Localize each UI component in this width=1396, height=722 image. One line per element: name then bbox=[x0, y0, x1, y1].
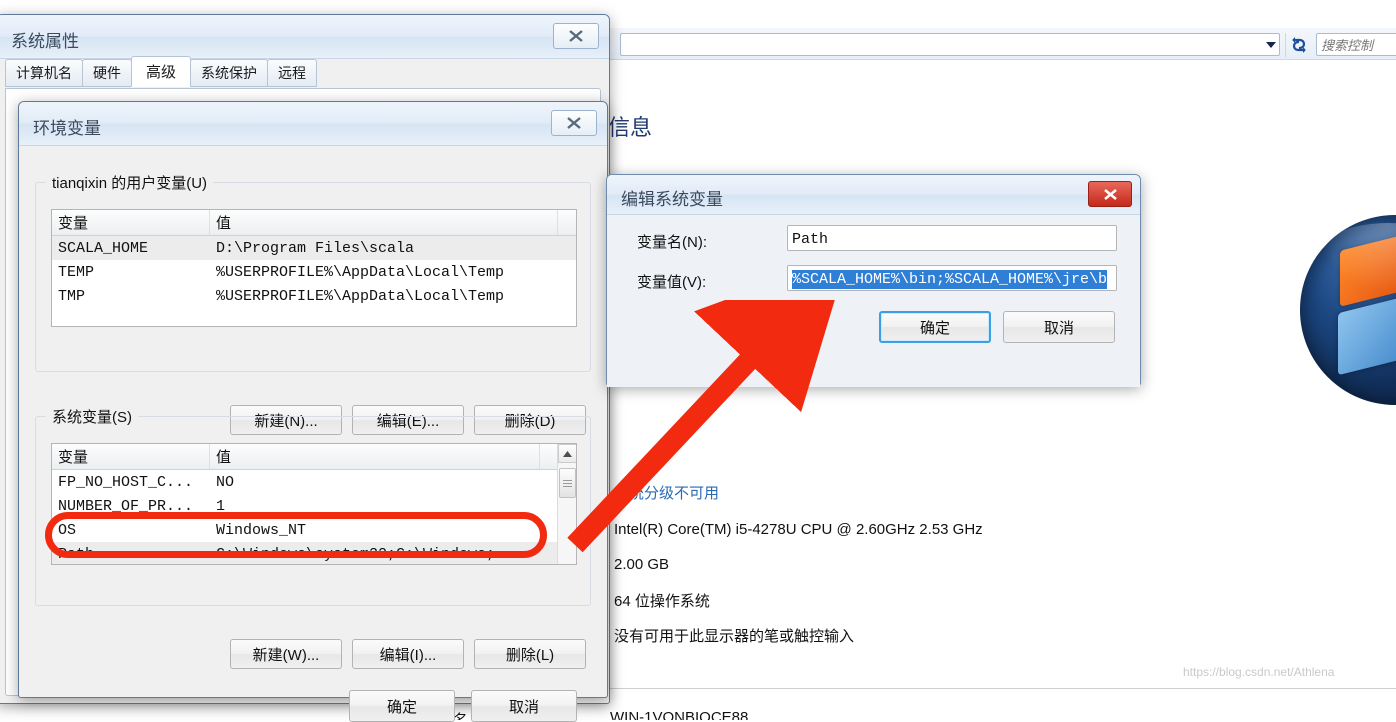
user-variables-group: tianqixin 的用户变量(U) 变量 值 SCALA_HOME D:\Pr… bbox=[35, 172, 591, 435]
system-variables-group-title: 系统变量(S) bbox=[46, 406, 138, 427]
column-value: 值 bbox=[210, 210, 558, 235]
variable-name-label: 变量名(N): bbox=[637, 234, 707, 251]
column-value: 值 bbox=[210, 444, 540, 469]
variable-value: C:\Windows\system32;C:\Windows;... bbox=[216, 545, 523, 563]
table-row[interactable]: OS Windows_NT bbox=[52, 518, 576, 542]
table-row[interactable]: TEMP %USERPROFILE%\AppData\Local\Temp bbox=[52, 260, 576, 284]
column-variable: 变量 bbox=[52, 444, 210, 469]
search-input[interactable]: 搜索控制 bbox=[1316, 33, 1396, 56]
list-header: 变量 值 bbox=[52, 210, 576, 236]
table-row[interactable]: SCALA_HOME D:\Program Files\scala bbox=[52, 236, 576, 260]
processor-value: Intel(R) Core(TM) i5-4278U CPU @ 2.60GHz… bbox=[614, 521, 983, 538]
system-delete-button[interactable]: 删除(L) bbox=[474, 639, 586, 669]
scrollbar-grip-icon bbox=[563, 479, 572, 487]
environment-variables-titlebar[interactable]: 环境变量 bbox=[19, 102, 607, 146]
system-new-button[interactable]: 新建(W)... bbox=[230, 639, 342, 669]
tab-remote[interactable]: 远程 bbox=[267, 59, 318, 87]
environment-variables-body: tianqixin 的用户变量(U) 变量 值 SCALA_HOME D:\Pr… bbox=[19, 146, 607, 722]
edit-variable-titlebar[interactable]: 编辑系统变量 bbox=[607, 175, 1140, 215]
pen-touch-value: 没有可用于此显示器的笔或触控输入 bbox=[614, 628, 855, 645]
window-title: 环境变量 bbox=[33, 119, 101, 138]
memory-value: 2.00 GB bbox=[614, 556, 670, 573]
table-row[interactable]: FP_NO_HOST_C... NO bbox=[52, 470, 576, 494]
scroll-up-arrow-icon[interactable] bbox=[558, 444, 576, 463]
ok-button[interactable]: 确定 bbox=[349, 690, 455, 722]
user-variables-list[interactable]: 变量 值 SCALA_HOME D:\Program Files\scala T… bbox=[51, 209, 577, 327]
watermark: https://blog.csdn.net/Athlena bbox=[1183, 665, 1335, 679]
system-edit-button[interactable]: 编辑(I)... bbox=[352, 639, 464, 669]
variable-value-field[interactable]: %SCALA_HOME%\bin;%SCALA_HOME%\jre\b bbox=[787, 265, 1117, 291]
variable-value: %USERPROFILE%\AppData\Local\Temp bbox=[216, 263, 505, 281]
system-variables-group: 系统变量(S) 变量 值 FP_NO_HOST_C... NO NUMBER_O… bbox=[35, 406, 591, 669]
cancel-button[interactable]: 取消 bbox=[471, 690, 577, 722]
os-type-value: 64 位操作系统 bbox=[614, 593, 710, 610]
user-variables-group-title: tianqixin 的用户变量(U) bbox=[46, 172, 214, 193]
system-properties-titlebar[interactable]: 系统属性 bbox=[0, 15, 609, 59]
variable-name: OS bbox=[58, 521, 77, 539]
scrollbar[interactable] bbox=[557, 444, 576, 564]
table-row[interactable]: TMP %USERPROFILE%\AppData\Local\Temp bbox=[52, 284, 576, 308]
variable-name-value: Path bbox=[792, 231, 829, 248]
close-button[interactable] bbox=[553, 23, 599, 49]
variable-value-label: 变量值(V): bbox=[637, 274, 707, 291]
tab-advanced[interactable]: 高级 bbox=[131, 56, 192, 87]
variable-name: SCALA_HOME bbox=[58, 239, 149, 257]
variable-name: Path bbox=[58, 545, 95, 563]
variable-name: TEMP bbox=[58, 263, 95, 281]
variable-value: %USERPROFILE%\AppData\Local\Temp bbox=[216, 287, 505, 305]
close-button[interactable] bbox=[1088, 181, 1132, 207]
variable-value: 1 bbox=[216, 497, 226, 515]
computer-name-value: WIN-1VONBIOCE88 bbox=[610, 709, 749, 720]
tab-computer-name[interactable]: 计算机名 bbox=[5, 59, 83, 87]
cancel-button[interactable]: 取消 bbox=[1003, 311, 1115, 343]
refresh-icon[interactable] bbox=[1285, 33, 1311, 57]
page-title: 信息 bbox=[608, 115, 653, 140]
variable-value: Windows_NT bbox=[216, 521, 307, 539]
environment-variables-dialog: 环境变量 tianqixin 的用户变量(U) 变量 值 SCALA_HOME … bbox=[18, 101, 608, 722]
close-button[interactable] bbox=[551, 110, 597, 136]
variable-value-selected-text: %SCALA_HOME%\bin;%SCALA_HOME%\jre\b bbox=[792, 270, 1108, 289]
system-variables-list[interactable]: 变量 值 FP_NO_HOST_C... NO NUMBER_OF_PR... … bbox=[51, 443, 577, 565]
variable-name: NUMBER_OF_PR... bbox=[58, 497, 194, 515]
column-variable: 变量 bbox=[52, 210, 210, 235]
window-title: 编辑系统变量 bbox=[621, 190, 723, 209]
chevron-down-icon[interactable] bbox=[1258, 34, 1284, 55]
system-rating-link[interactable]: 系统分级不可用 bbox=[614, 482, 719, 503]
tab-system-protection[interactable]: 系统保护 bbox=[190, 59, 269, 87]
variable-name: FP_NO_HOST_C... bbox=[58, 473, 194, 491]
windows-logo-icon bbox=[1300, 215, 1396, 405]
variable-name-field[interactable]: Path bbox=[787, 225, 1117, 251]
system-properties-tabs: 计算机名 硬件 高级 系统保护 远程 bbox=[5, 56, 318, 89]
window-title: 系统属性 bbox=[11, 32, 79, 51]
edit-variable-body: 变量名(N): Path 变量值(V): %SCALA_HOME%\bin;%S… bbox=[607, 215, 1140, 387]
scrollbar-thumb[interactable] bbox=[559, 468, 576, 498]
variable-name: TMP bbox=[58, 287, 86, 305]
address-bar[interactable] bbox=[620, 33, 1280, 56]
table-row[interactable]: Path C:\Windows\system32;C:\Windows;... bbox=[52, 542, 576, 564]
table-row[interactable]: NUMBER_OF_PR... 1 bbox=[52, 494, 576, 518]
divider bbox=[608, 688, 1396, 689]
edit-system-variable-dialog: 编辑系统变量 变量名(N): Path 变量值(V): %SCALA_HOME%… bbox=[606, 174, 1141, 387]
variable-value: D:\Program Files\scala bbox=[216, 239, 415, 257]
variable-value: NO bbox=[216, 473, 235, 491]
ok-button[interactable]: 确定 bbox=[879, 311, 991, 343]
tab-hardware[interactable]: 硬件 bbox=[82, 59, 132, 87]
list-header: 变量 值 bbox=[52, 444, 576, 470]
